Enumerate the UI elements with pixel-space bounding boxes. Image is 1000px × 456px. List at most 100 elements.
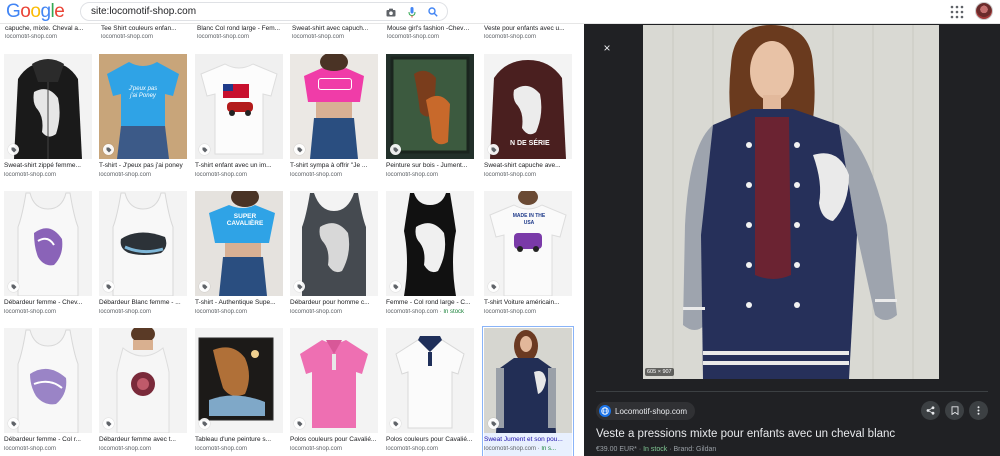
meta-separator: · bbox=[669, 446, 672, 453]
result-title[interactable]: Peinture sur bois - Jument... bbox=[386, 162, 474, 169]
source-site-chip[interactable]: Locomotif-shop.com bbox=[596, 402, 696, 420]
result-title[interactable]: Sweat-shirt zippé femme... bbox=[4, 162, 92, 169]
google-logo[interactable]: Google bbox=[6, 1, 65, 23]
result-thumbnail[interactable] bbox=[4, 191, 92, 296]
microphone-icon[interactable] bbox=[405, 5, 419, 19]
result-source[interactable]: locomotif-shop.com bbox=[99, 172, 187, 178]
shopping-tag-icon bbox=[294, 281, 305, 292]
result-thumbnail[interactable] bbox=[99, 191, 187, 296]
top-source[interactable]: locomotif-shop.com bbox=[292, 34, 376, 40]
shopping-tag-icon bbox=[488, 281, 499, 292]
result-title[interactable]: T-shirt sympa à offrir "Je ... bbox=[290, 162, 378, 169]
result-source[interactable]: locomotif-shop.com bbox=[4, 172, 92, 178]
product-brand: Brand: Gildan bbox=[673, 446, 717, 453]
panel-divider bbox=[596, 391, 988, 392]
result-thumbnail[interactable]: SUPER CAVALIÈRE bbox=[195, 191, 283, 296]
result-source[interactable]: locomotif-shop.com · In s... bbox=[484, 446, 572, 452]
logo-letter: o bbox=[20, 1, 31, 22]
top-caption[interactable]: Sweat-shirt avec capuch... bbox=[292, 25, 376, 32]
result-source[interactable]: locomotif-shop.com bbox=[4, 309, 92, 315]
save-button[interactable] bbox=[945, 401, 964, 420]
result-source[interactable]: locomotif-shop.com bbox=[386, 172, 474, 178]
result-source[interactable]: locomotif-shop.com bbox=[386, 446, 474, 452]
top-caption[interactable]: Veste pour enfants avec u... bbox=[484, 25, 568, 32]
shopping-tag-icon bbox=[390, 281, 401, 292]
bookmark-icon bbox=[951, 402, 959, 420]
result-title[interactable]: Femme - Col rond large - C... bbox=[386, 299, 474, 306]
result-title[interactable]: Polos couleurs pour Cavalié... bbox=[386, 436, 474, 443]
result-source[interactable]: locomotif-shop.com bbox=[4, 446, 92, 452]
source-site-name: Locomotif-shop.com bbox=[615, 406, 688, 416]
result-source[interactable]: locomotif-shop.com bbox=[290, 309, 378, 315]
product-title[interactable]: Veste a pressions mixte pour enfants ave… bbox=[596, 428, 895, 440]
top-source[interactable]: locomotif-shop.com bbox=[387, 34, 471, 40]
image-results-grid: capuche, mixte. Cheval a... Tee Shirt co… bbox=[0, 24, 584, 456]
result-source[interactable]: locomotif-shop.com bbox=[484, 309, 572, 315]
result-source-domain: locomotif-shop.com bbox=[484, 446, 537, 452]
result-source[interactable]: locomotif-shop.com bbox=[195, 309, 283, 315]
top-caption[interactable]: Tee Shirt couleurs enfan... bbox=[101, 25, 185, 32]
shopping-tag-icon bbox=[103, 418, 114, 429]
result-thumbnail[interactable] bbox=[195, 328, 283, 433]
share-button[interactable] bbox=[921, 401, 940, 420]
top-source[interactable]: locomotif-shop.com bbox=[197, 34, 281, 40]
result-thumbnail[interactable] bbox=[290, 191, 378, 296]
result-thumbnail[interactable] bbox=[290, 328, 378, 433]
result-thumbnail[interactable] bbox=[386, 328, 474, 433]
stock-status: In s... bbox=[541, 446, 557, 452]
result-source[interactable]: locomotif-shop.com bbox=[99, 309, 187, 315]
result-thumbnail[interactable]: N DE SÉRIE bbox=[484, 54, 572, 159]
result-title[interactable]: Débardeur femme - Chev... bbox=[4, 299, 92, 306]
top-source[interactable]: locomotif-shop.com bbox=[5, 34, 89, 40]
apps-grid-icon[interactable] bbox=[950, 5, 964, 19]
result-thumbnail[interactable]: MADE IN THE USA bbox=[484, 191, 572, 296]
shirt-print-text: N DE SÉRIE bbox=[510, 140, 550, 147]
result-thumbnail[interactable]: J'peux pas j'ai Poney bbox=[99, 54, 187, 159]
result-title[interactable]: Polos couleurs pour Cavalié... bbox=[290, 436, 378, 443]
google-images-page: Google capuche, mixte. Cheval a... bbox=[0, 0, 1000, 456]
result-thumbnail[interactable] bbox=[4, 328, 92, 433]
shirt-print-text: J'peux pas j'ai Poney bbox=[128, 86, 158, 99]
top-source[interactable]: locomotif-shop.com bbox=[484, 34, 568, 40]
result-source[interactable]: locomotif-shop.com bbox=[290, 172, 378, 178]
camera-icon[interactable] bbox=[384, 5, 398, 19]
top-caption[interactable]: Blanc Col rond large - Fem... bbox=[197, 25, 281, 32]
preview-image[interactable]: 605 × 907 bbox=[643, 25, 939, 379]
result-title[interactable]: Sweat Jument et son pou... bbox=[484, 436, 572, 443]
result-thumbnail[interactable] bbox=[99, 328, 187, 433]
result-source[interactable]: locomotif-shop.com bbox=[484, 172, 572, 178]
search-icon[interactable] bbox=[426, 5, 440, 19]
result-source[interactable]: locomotif-shop.com bbox=[290, 446, 378, 452]
result-thumbnail[interactable] bbox=[290, 54, 378, 159]
result-card-selected[interactable]: Sweat Jument et son pou... locomotif-sho… bbox=[482, 326, 574, 456]
account-avatar[interactable] bbox=[975, 2, 993, 20]
result-source[interactable]: locomotif-shop.com bbox=[195, 172, 283, 178]
result-title[interactable]: Débardeur femme avec t... bbox=[99, 436, 187, 443]
search-input[interactable] bbox=[91, 4, 371, 19]
result-title[interactable]: T-shirt - J'peux pas j'ai poney bbox=[99, 162, 187, 169]
result-title[interactable]: T-shirt enfant avec un im... bbox=[195, 162, 283, 169]
result-thumbnail[interactable] bbox=[386, 191, 474, 296]
result-title[interactable]: Débardeur femme - Col r... bbox=[4, 436, 92, 443]
top-caption[interactable]: capuche, mixte. Cheval a... bbox=[5, 25, 89, 32]
result-thumbnail[interactable] bbox=[484, 328, 572, 433]
result-title[interactable]: Sweat-shirt capuche ave... bbox=[484, 162, 572, 169]
search-box[interactable] bbox=[80, 2, 448, 21]
top-caption[interactable]: Mouse girl's fashion -Cheva... bbox=[387, 25, 471, 32]
result-source[interactable]: locomotif-shop.com bbox=[99, 446, 187, 452]
more-options-button[interactable] bbox=[969, 401, 988, 420]
close-button[interactable]: × bbox=[600, 41, 614, 55]
result-source[interactable]: locomotif-shop.com · In stock bbox=[386, 309, 474, 315]
share-icon bbox=[926, 402, 935, 420]
result-title[interactable]: Débardeur pour homme c... bbox=[290, 299, 378, 306]
result-thumbnail[interactable] bbox=[195, 54, 283, 159]
top-source[interactable]: locomotif-shop.com bbox=[101, 34, 185, 40]
result-title[interactable]: T-shirt - Authentique Supe... bbox=[195, 299, 283, 306]
result-title[interactable]: T-shirt Voiture américain... bbox=[484, 299, 572, 306]
result-thumbnail[interactable] bbox=[386, 54, 474, 159]
result-title[interactable]: Débardeur Blanc femme - ... bbox=[99, 299, 187, 306]
shopping-tag-icon bbox=[390, 144, 401, 155]
result-source[interactable]: locomotif-shop.com bbox=[195, 446, 283, 452]
result-title[interactable]: Tableau d'une peinture s... bbox=[195, 436, 283, 443]
result-thumbnail[interactable] bbox=[4, 54, 92, 159]
